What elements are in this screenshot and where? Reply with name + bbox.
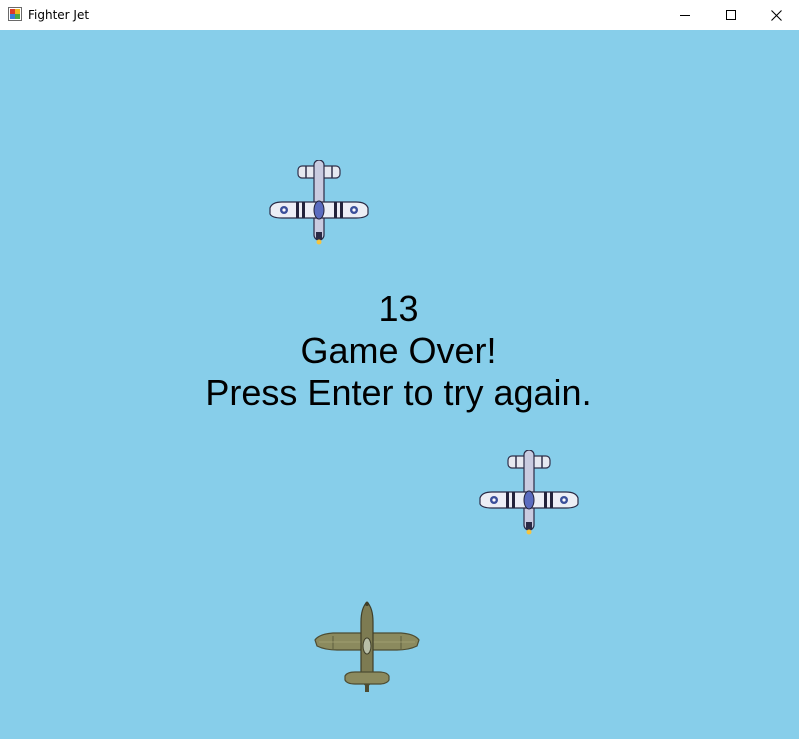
- maximize-button[interactable]: [708, 0, 754, 30]
- title-bar[interactable]: Fighter Jet: [0, 0, 799, 30]
- minimize-button[interactable]: [662, 0, 708, 30]
- game-over-text: Game Over!: [300, 330, 497, 371]
- game-window: Fighter Jet 13 Game Over! Press Enter to…: [0, 0, 799, 739]
- enemy-plane-icon: [269, 160, 369, 245]
- restart-prompt-text: Press Enter to try again.: [205, 372, 592, 413]
- player-plane-icon: [314, 601, 420, 692]
- app-icon: [8, 7, 22, 21]
- close-icon: [770, 9, 782, 21]
- window-title: Fighter Jet: [28, 8, 90, 22]
- close-button[interactable]: [753, 0, 799, 30]
- game-over-message: 13 Game Over! Press Enter to try again.: [0, 288, 797, 414]
- maximize-icon: [726, 10, 736, 20]
- score-text: 13: [378, 288, 419, 329]
- minimize-icon: [680, 15, 690, 16]
- enemy-plane-icon: [479, 450, 579, 535]
- game-canvas[interactable]: 13 Game Over! Press Enter to try again.: [0, 30, 799, 739]
